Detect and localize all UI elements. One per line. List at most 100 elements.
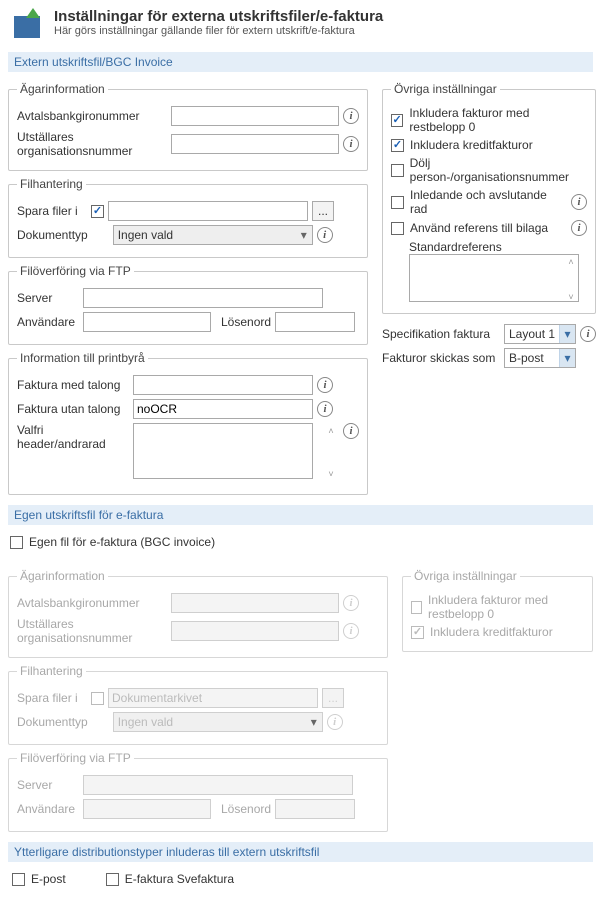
header-textarea[interactable] (133, 423, 313, 479)
group-other-legend-2: Övriga inställningar (411, 569, 520, 583)
server-label: Server (17, 291, 79, 305)
chevron-down-icon: ▾ (559, 325, 575, 343)
server-input-2 (83, 775, 353, 795)
group-other-settings: Övriga inställningar Inkludera fakturor … (382, 82, 596, 314)
scroll-down-icon[interactable]: ˅ (564, 290, 578, 304)
with-stub-label: Faktura med talong (17, 378, 129, 392)
org-label-2: Utställares organisationsnummer (17, 617, 167, 645)
cb-leading-label: Inledande och avslutande rad (410, 188, 565, 216)
with-stub-input[interactable] (133, 375, 313, 395)
cb-epost-label: E-post (31, 872, 66, 886)
group-owner-legend: Ägarinformation (17, 82, 108, 96)
doctype-value: Ingen vald (118, 228, 173, 242)
spec-select[interactable]: Layout 1 ▾ (504, 324, 576, 344)
header-info-icon[interactable]: i (343, 423, 359, 439)
chevron-down-icon: ▾ (306, 713, 322, 731)
ftp-user-label: Användare (17, 315, 79, 329)
group-owner-info: Ägarinformation Avtalsbankgironummer i U… (8, 82, 368, 171)
giro-label-2: Avtalsbankgironummer (17, 596, 167, 610)
cb-svefaktura[interactable] (106, 873, 119, 886)
cb-leading-info-icon[interactable]: i (571, 194, 587, 210)
group-owner-legend-2: Ägarinformation (17, 569, 108, 583)
cb-svefaktura-label: E-faktura Svefaktura (125, 872, 234, 886)
ftp-user-input-2 (83, 799, 211, 819)
scroll-up-icon[interactable]: ˄ (564, 255, 578, 269)
org-info-icon-2: i (343, 623, 359, 639)
scroll-down-icon[interactable]: ˅ (324, 467, 338, 481)
page-title: Inställningar för externa utskriftsfiler… (54, 8, 383, 25)
browse-button-2: ... (322, 688, 344, 708)
section-extern-title: Extern utskriftsfil/BGC Invoice (8, 52, 593, 72)
group-filehandling: Filhantering Spara filer i ... Dokumentt… (8, 177, 368, 258)
giro-input-2 (171, 593, 339, 613)
std-ref-textarea[interactable] (409, 254, 579, 302)
without-stub-info-icon[interactable]: i (317, 401, 333, 417)
cb-restbelopp-2 (411, 601, 422, 614)
printer-export-icon (12, 8, 44, 40)
send-select[interactable]: B-post ▾ (504, 348, 576, 368)
cb-hide-orgnr[interactable] (391, 164, 404, 177)
group-ftp: Filöverföring via FTP Server Användare L… (8, 264, 368, 345)
ftp-pass-label-2: Lösenord (221, 802, 271, 816)
cb-restbelopp-label-2: Inkludera fakturor med restbelopp 0 (428, 593, 584, 621)
header-label: Valfri header/andrarad (17, 423, 129, 451)
chevron-down-icon: ▾ (296, 226, 312, 244)
ftp-user-label-2: Användare (17, 802, 79, 816)
ftp-pass-input-2 (275, 799, 355, 819)
group-ftp-legend: Filöverföring via FTP (17, 264, 134, 278)
save-label-2: Spara filer i (17, 691, 87, 705)
section-additional-title: Ytterligare distributionstyper inluderas… (8, 842, 593, 862)
giro-input[interactable] (171, 106, 339, 126)
giro-info-icon[interactable]: i (343, 108, 359, 124)
save-label: Spara filer i (17, 204, 87, 218)
cb-restbelopp[interactable] (391, 114, 403, 127)
browse-button[interactable]: ... (312, 201, 334, 221)
std-ref-label: Standardreferens (409, 240, 587, 254)
without-stub-label: Faktura utan talong (17, 402, 129, 416)
spec-label: Specifikation faktura (382, 327, 500, 341)
server-input[interactable] (83, 288, 323, 308)
send-label: Fakturor skickas som (382, 351, 500, 365)
ftp-user-input[interactable] (83, 312, 211, 332)
group-filehandling-legend: Filhantering (17, 177, 86, 191)
ftp-pass-label: Lösenord (221, 315, 271, 329)
cb-ref-info-icon[interactable]: i (571, 220, 587, 236)
save-checkbox[interactable] (91, 205, 104, 218)
group-filehandling-2: Filhantering Spara filer i ... Dokumentt… (8, 664, 388, 745)
doctype-info-icon[interactable]: i (317, 227, 333, 243)
org-info-icon[interactable]: i (343, 136, 359, 152)
org-label: Utställares organisationsnummer (17, 130, 167, 158)
cb-kreditfakturor[interactable] (391, 139, 404, 152)
cb-restbelopp-label: Inkludera fakturor med restbelopp 0 (409, 106, 587, 134)
cb-ref-bilaga[interactable] (391, 222, 404, 235)
group-ftp-legend-2: Filöverföring via FTP (17, 751, 134, 765)
cb-ref-label: Använd referens till bilaga (410, 221, 565, 235)
cb-epost[interactable] (12, 873, 25, 886)
cb-kreditfakturor-label: Inkludera kreditfakturor (410, 138, 533, 152)
group-print-bureau: Information till printbyrå Faktura med t… (8, 351, 368, 495)
group-other-settings-2: Övriga inställningar Inkludera fakturor … (402, 569, 593, 652)
ftp-pass-input[interactable] (275, 312, 355, 332)
page-header: Inställningar för externa utskriftsfiler… (8, 4, 593, 48)
cb-own-file[interactable] (10, 536, 23, 549)
group-print-legend: Information till printbyrå (17, 351, 148, 365)
group-other-legend: Övriga inställningar (391, 82, 500, 96)
doctype-info-icon-2: i (327, 714, 343, 730)
doctype-select[interactable]: Ingen vald ▾ (113, 225, 313, 245)
save-path-input[interactable] (108, 201, 308, 221)
cb-leading-trailing[interactable] (391, 196, 404, 209)
org-input-2 (171, 621, 339, 641)
save-checkbox-2 (91, 692, 104, 705)
cb-own-file-label: Egen fil för e-faktura (BGC invoice) (29, 535, 215, 549)
server-label-2: Server (17, 778, 79, 792)
giro-label: Avtalsbankgironummer (17, 109, 167, 123)
cb-kreditfakturor-2 (411, 626, 424, 639)
scroll-up-icon[interactable]: ˄ (324, 424, 338, 438)
org-input[interactable] (171, 134, 339, 154)
cb-hide-orgnr-label: Dölj person-/organisationsnummer (410, 156, 587, 184)
with-stub-info-icon[interactable]: i (317, 377, 333, 393)
without-stub-input[interactable] (133, 399, 313, 419)
giro-info-icon-2: i (343, 595, 359, 611)
spec-info-icon[interactable]: i (580, 326, 596, 342)
save-path-input-2 (108, 688, 318, 708)
